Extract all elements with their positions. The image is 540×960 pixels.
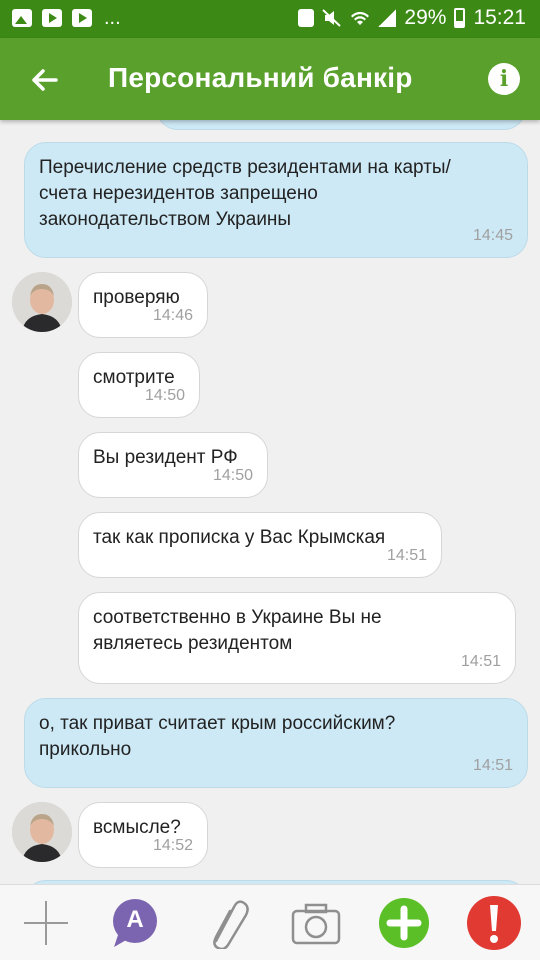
info-icon[interactable]: i — [488, 63, 520, 95]
battery-percent: 29% — [404, 6, 447, 29]
camera-icon[interactable] — [290, 897, 342, 949]
message-bubble-incoming: всмысле? 14:52 — [78, 802, 208, 868]
message-bubble-previous — [156, 120, 526, 130]
message-bubble-incoming: смотрите 14:50 — [78, 352, 200, 418]
message-time: 14:51 — [386, 547, 427, 564]
message-bubble-incoming: Вы резидент РФ 14:50 — [78, 432, 268, 498]
battery-saver-icon — [298, 9, 315, 27]
message-time: 14:52 — [152, 837, 193, 854]
more-notifications-icon: ... — [104, 7, 121, 29]
wifi-icon — [351, 11, 370, 25]
message-time: 14:46 — [152, 307, 193, 324]
message-time: 14:45 — [472, 227, 513, 244]
avatar[interactable] — [12, 802, 72, 862]
message-bubble-outgoing: Перечисление средств резидентами на карт… — [24, 142, 528, 258]
gallery-icon — [12, 9, 32, 27]
chat-title: Персональний банкір — [108, 62, 413, 93]
youtube-icon — [72, 9, 92, 27]
mute-icon — [322, 9, 342, 27]
green-plus-icon[interactable] — [378, 897, 430, 949]
message-bubble-incoming: соответственно в Украине Вы не являетесь… — [78, 592, 516, 684]
clock: 15:21 — [473, 6, 526, 29]
message-text: так как прописка у Вас Крымская — [93, 527, 386, 548]
back-arrow-icon[interactable] — [24, 60, 64, 100]
message-bubble-outgoing: о, так приват считает крым российским? п… — [24, 698, 528, 788]
message-text: Перечисление средств резидентами на карт… — [39, 157, 451, 230]
message-time: 14:50 — [144, 387, 185, 404]
app-bar: Персональний банкір i — [0, 38, 540, 120]
plus-icon[interactable] — [20, 897, 72, 949]
avatar[interactable] — [12, 272, 72, 332]
signal-icon — [378, 9, 397, 27]
battery-icon — [454, 8, 466, 28]
paperclip-icon[interactable] — [200, 897, 252, 951]
input-toolbar: A — [0, 884, 540, 960]
message-time: 14:51 — [472, 757, 513, 774]
message-bubble-incoming: так как прописка у Вас Крымская 14:51 — [78, 512, 442, 578]
message-text: о, так приват считает крым российским? п… — [39, 713, 396, 760]
alert-icon[interactable] — [466, 895, 522, 951]
youtube-icon — [42, 9, 62, 27]
message-time: 14:50 — [212, 467, 253, 484]
notification-icons: ... — [12, 7, 121, 29]
status-bar: ... 29% 15:21 — [0, 0, 540, 38]
sticker-a-icon[interactable]: A — [108, 897, 160, 949]
message-time: 14:51 — [460, 653, 501, 670]
system-icons: 29% 15:21 — [298, 6, 526, 30]
chat-area[interactable]: Перечисление средств резидентами на карт… — [0, 120, 540, 884]
sticker-letter: A — [126, 906, 144, 933]
message-bubble-incoming: проверяю 14:46 — [78, 272, 208, 338]
message-text: соответственно в Украине Вы не являетесь… — [93, 607, 382, 654]
